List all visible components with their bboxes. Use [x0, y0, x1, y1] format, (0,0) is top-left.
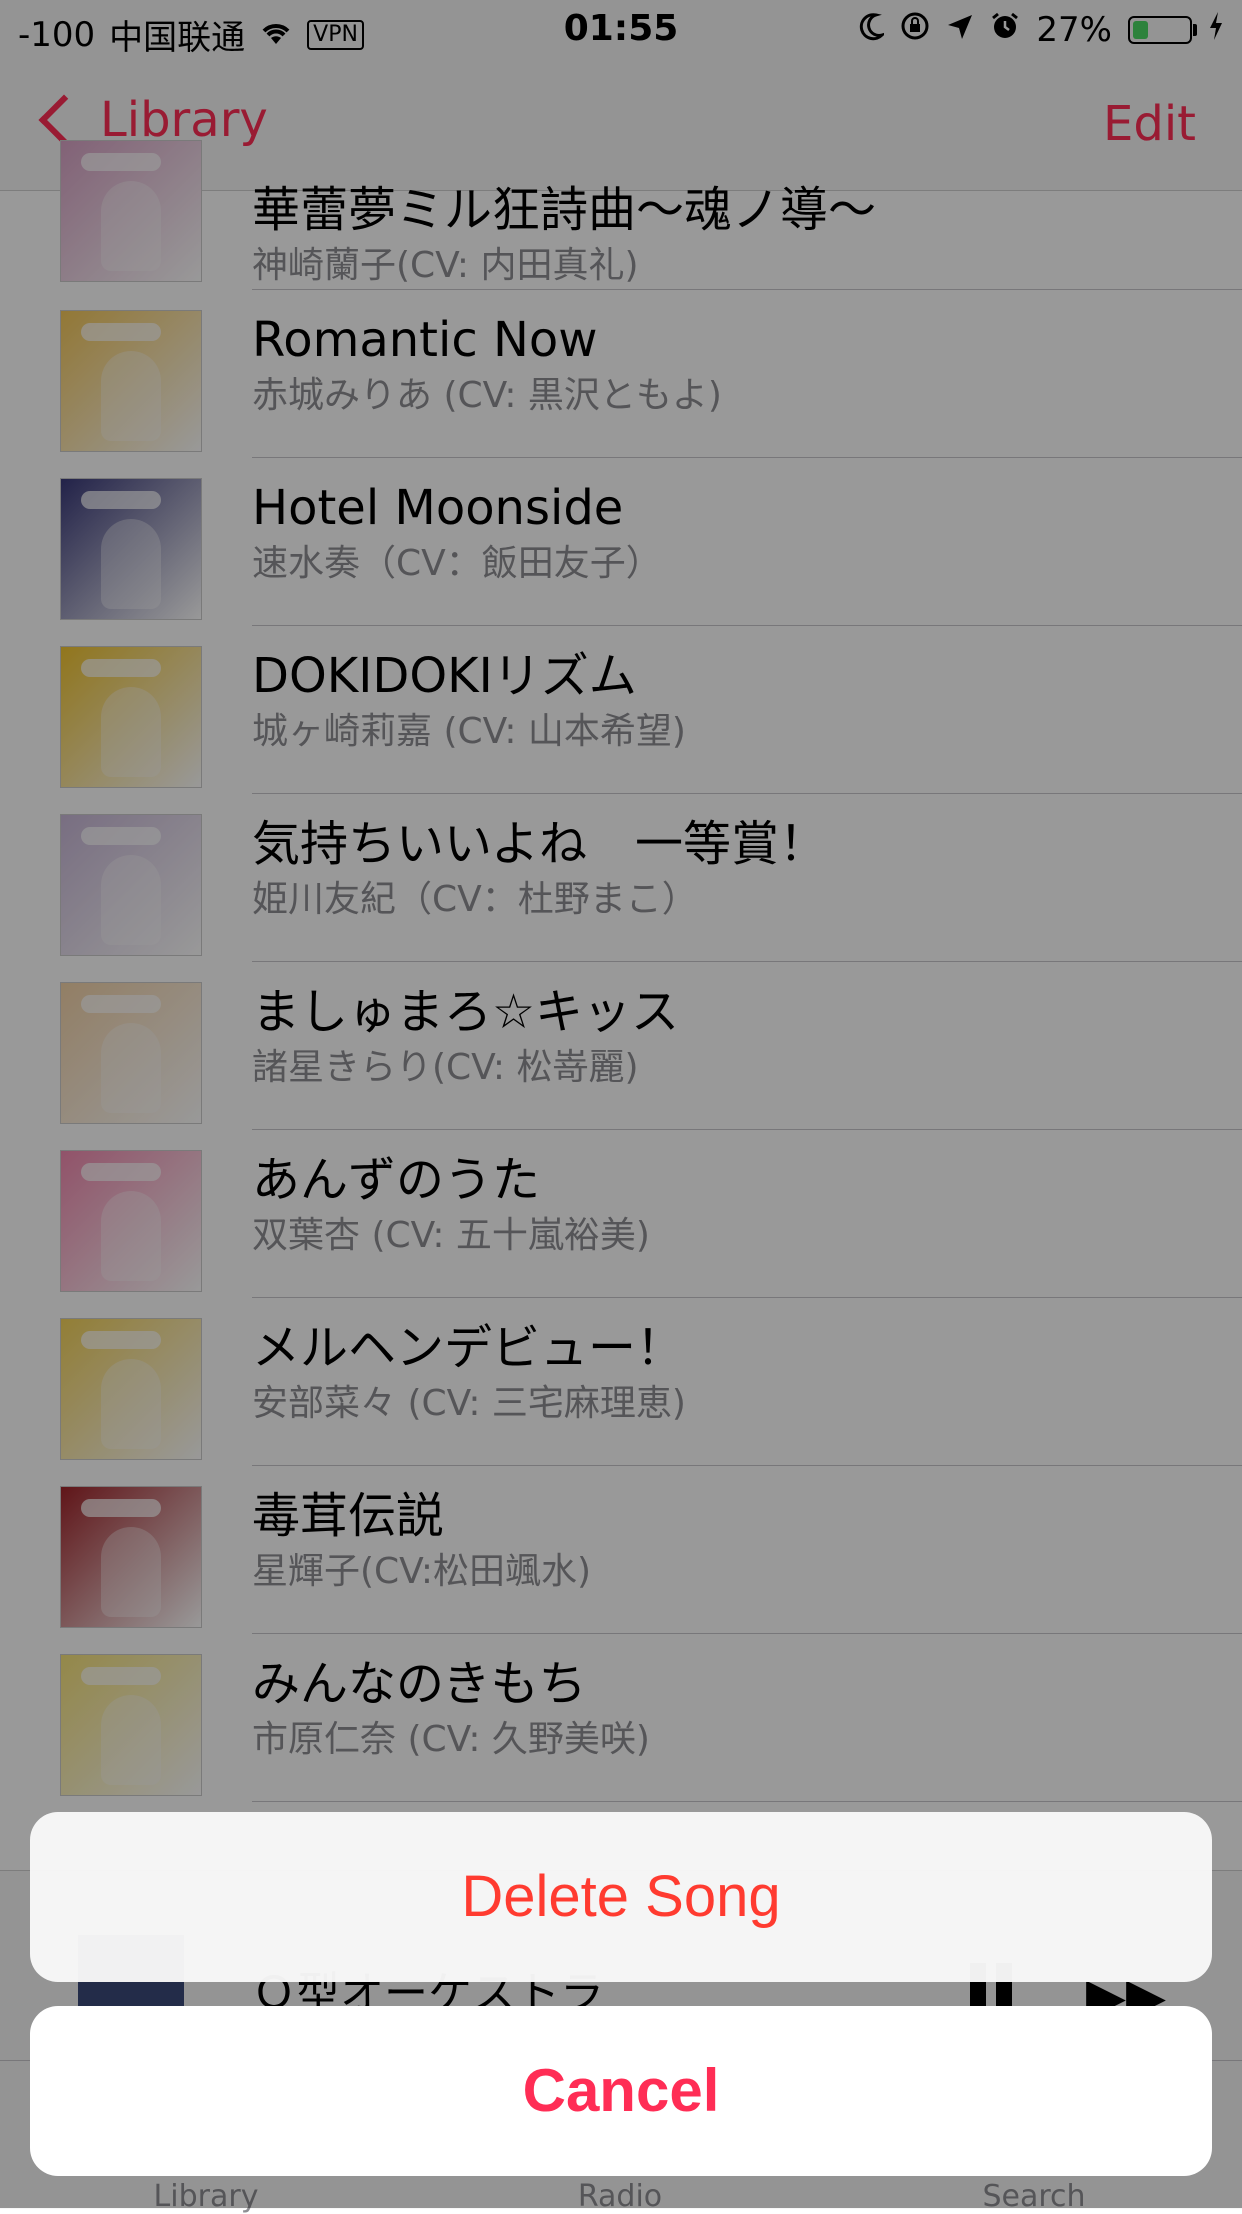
- cancel-button[interactable]: Cancel: [30, 2006, 1212, 2176]
- delete-song-button[interactable]: Delete Song: [30, 1812, 1212, 1982]
